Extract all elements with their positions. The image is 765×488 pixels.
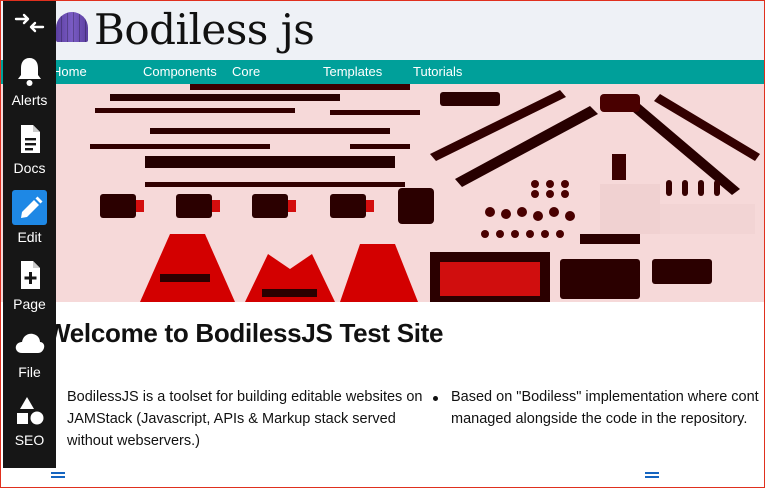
page-button[interactable]: Page [3,256,56,318]
left-column-drag-handle[interactable] [51,472,65,478]
intro-right-line-2: managed alongside the code in the reposi… [451,411,748,427]
hero-image[interactable] [0,84,765,302]
intro-text-right[interactable]: Based on "Bodiless" implementation where… [451,386,765,430]
page-label: Page [13,296,46,312]
new-page-icon [21,261,40,289]
intro-text-left[interactable]: BodilessJS is a toolset for building edi… [67,386,439,452]
edit-button[interactable]: Edit [3,188,56,250]
bullet-dot [433,396,438,401]
nav-item-templates[interactable]: Templates [323,60,382,84]
seo-button[interactable]: SEO [3,392,56,454]
site-header: Bodiless js [0,0,765,60]
cloud-icon [15,333,45,353]
hero-illustration [0,84,765,302]
right-column-drag-handle[interactable] [645,472,659,478]
bell-icon [18,58,41,86]
file-label: File [18,364,41,380]
nav-item-home[interactable]: Home [52,60,87,84]
admin-sidebar: Alerts Docs Edit Page File SEO [3,0,56,468]
edit-label: Edit [17,229,42,245]
docs-button[interactable]: Docs [3,120,56,182]
nav-item-tutorials[interactable]: Tutorials [413,60,462,84]
intro-right-line-1: Based on "Bodiless" implementation where… [451,389,759,405]
site-logo[interactable]: Bodiless js [94,3,315,57]
document-icon [21,125,40,153]
swap-arrows-icon [14,13,45,33]
seo-label: SEO [14,432,45,448]
file-button[interactable]: File [3,324,56,386]
alerts-label: Alerts [11,92,48,108]
nav-item-core[interactable]: Core [232,60,260,84]
main-nav: Home Components Core Templates Tutorials [0,60,765,84]
pencil-icon [21,196,43,218]
alerts-button[interactable]: Alerts [3,52,56,114]
docs-label: Docs [13,160,46,176]
shapes-icon [17,397,44,425]
logo-mark[interactable] [56,12,88,42]
swap-button[interactable] [3,4,56,44]
page-title: Welcome to BodilessJS Test Site [46,318,444,348]
nav-item-components[interactable]: Components [143,60,217,84]
